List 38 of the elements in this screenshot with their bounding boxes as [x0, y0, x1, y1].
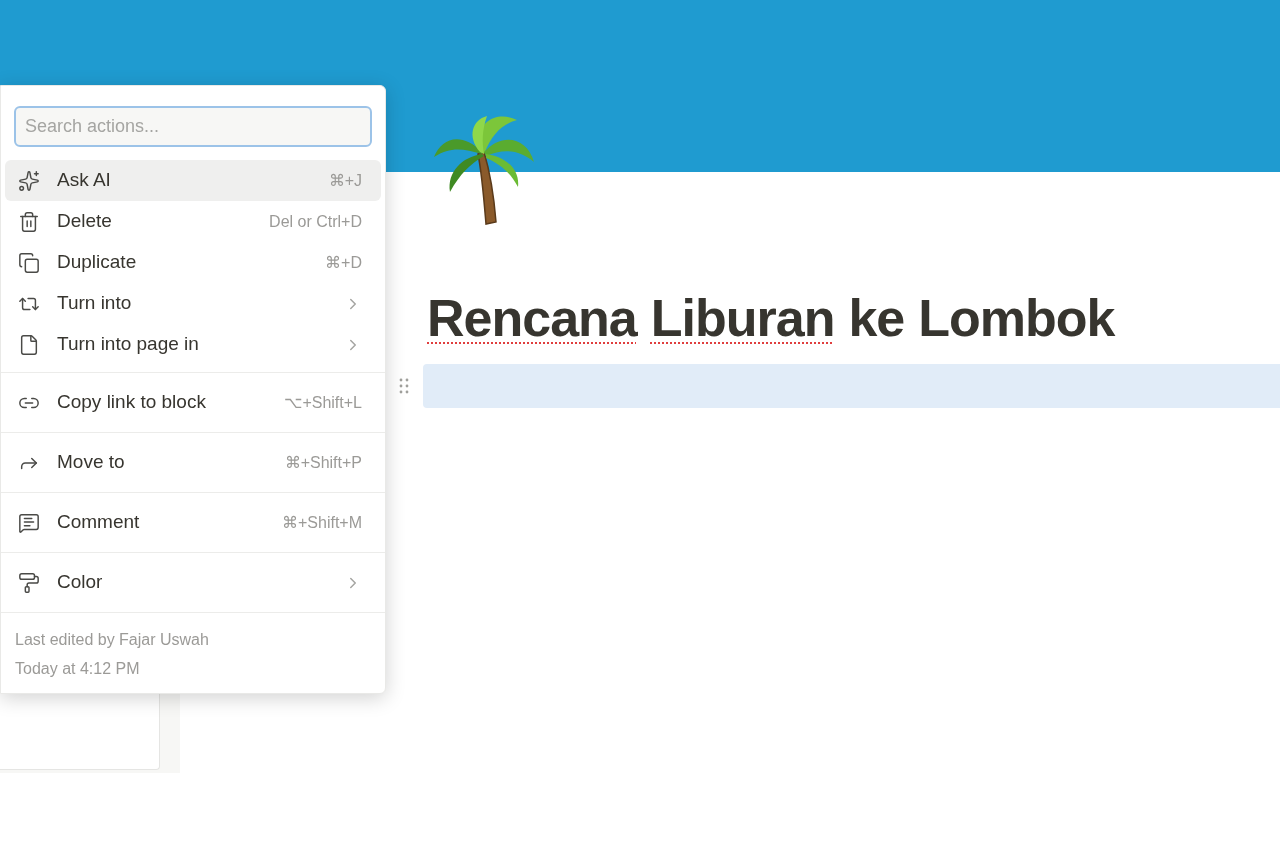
shortcut-label: ⌘+Shift+P	[284, 452, 362, 473]
menu-item-label: Duplicate	[57, 250, 138, 275]
page-icon	[18, 333, 40, 356]
shortcut-label: ⌘+J	[328, 170, 362, 191]
menu-item-label: Ask AI	[57, 168, 112, 193]
shortcut-label: ⌘+Shift+M	[281, 512, 362, 533]
menu-item-label: Copy link to block	[57, 390, 207, 415]
menu-item-label: Turn into	[57, 291, 133, 316]
menu-item[interactable]: Duplicate ⌘+D	[5, 242, 381, 283]
shortcut-label: ⌘+D	[325, 252, 362, 273]
duplicate-icon	[18, 251, 40, 274]
menu-item[interactable]: Comment ⌘+Shift+M	[5, 502, 381, 543]
menu-item[interactable]: Move to ⌘+Shift+P	[5, 442, 381, 483]
drag-handle-icon[interactable]	[398, 376, 410, 396]
page-title: ke	[848, 288, 905, 349]
menu-item[interactable]: Copy link to block ⌥+Shift+L	[5, 382, 381, 423]
trash-icon	[18, 210, 40, 233]
menu-item-label: Comment	[57, 510, 141, 535]
edit-info: Today at 4:12 PM	[15, 659, 141, 679]
menu-item[interactable]: Color	[5, 562, 381, 603]
edit-info: Last edited by Fajar Uswah	[15, 630, 210, 650]
search-field[interactable]: Search actions...	[14, 106, 372, 147]
page-title: Rencana	[427, 288, 637, 349]
menu-item[interactable]: Turn into page in	[5, 324, 381, 365]
sparkle-icon	[18, 169, 40, 192]
menu-item[interactable]: Delete Del or Ctrl+D	[5, 201, 381, 242]
menu-item[interactable]: Ask AI ⌘+J	[5, 160, 381, 201]
page-title: Lombok	[918, 288, 1115, 349]
page-title: Liburan	[650, 288, 835, 349]
comment-icon	[18, 511, 40, 534]
menu-item-label: Color	[57, 570, 104, 595]
menu-item[interactable]: Turn into	[5, 283, 381, 324]
shortcut-label: ⌥+Shift+L	[284, 392, 362, 413]
menu-item-label: Move to	[57, 450, 126, 475]
paint-roller-icon	[18, 571, 40, 594]
menu-item-label: Turn into page in	[57, 332, 200, 357]
shortcut-label: Del or Ctrl+D	[269, 211, 362, 232]
menu-item-label: Delete	[57, 209, 113, 234]
